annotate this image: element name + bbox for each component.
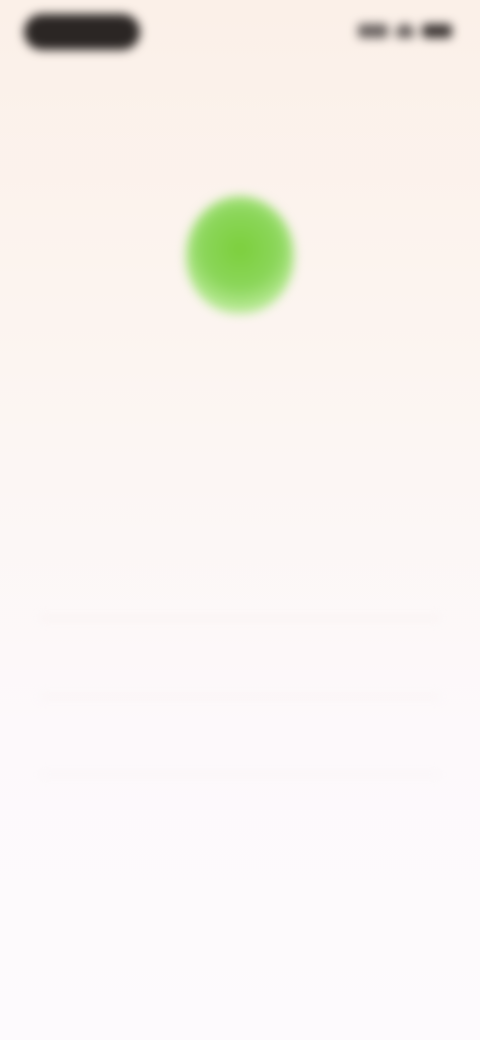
shield-icon [186, 196, 294, 314]
status-bar [0, 10, 480, 50]
signal-icon [358, 24, 388, 38]
option-button-3[interactable] [40, 712, 440, 775]
status-icons [358, 24, 452, 38]
screen [0, 0, 480, 1040]
option-button-1[interactable] [40, 556, 440, 619]
wifi-icon [396, 24, 414, 38]
option-button-2[interactable] [40, 634, 440, 697]
battery-icon [422, 24, 452, 38]
status-time [24, 14, 140, 50]
